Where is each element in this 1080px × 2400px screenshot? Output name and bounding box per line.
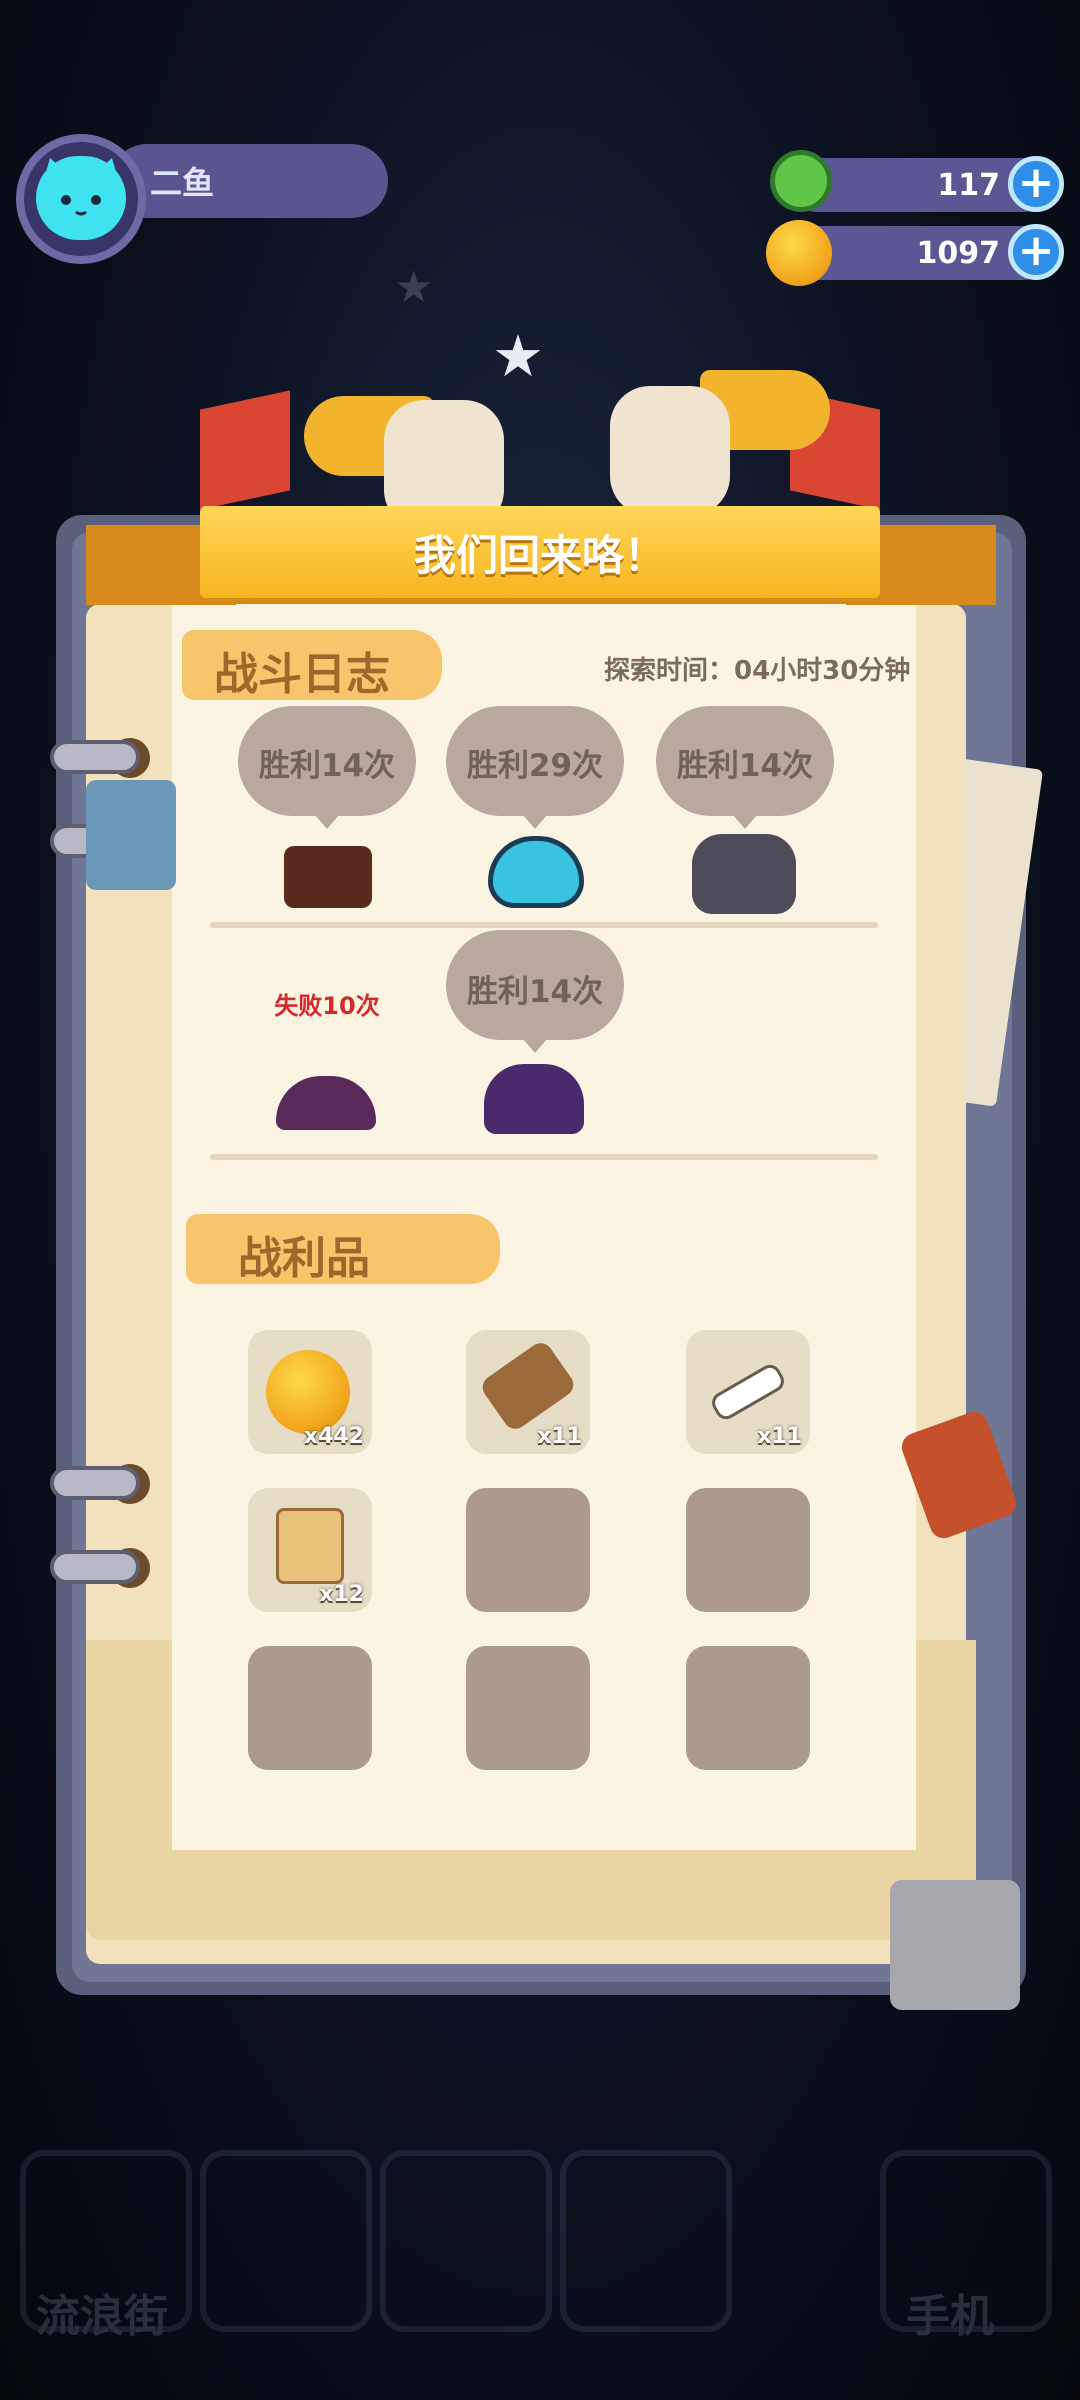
result-text: 胜利14次 [258, 748, 396, 784]
bubble-tail [315, 815, 339, 829]
star-icon: ★ [394, 262, 434, 313]
result-text-fail: 失败10次 [274, 992, 380, 1020]
bubble-tail [733, 815, 757, 829]
player-name: 二鱼 [150, 164, 215, 202]
coin-count: 1097 [916, 236, 1001, 271]
dialog-title: 我们回来咯！ [413, 531, 666, 580]
empty-loot-slot [686, 1488, 810, 1612]
add-gem-button[interactable]: + [1008, 156, 1064, 212]
shelf-line [210, 922, 878, 928]
binder-ring-icon [50, 1550, 140, 1584]
loot-qty: x11 [537, 1424, 582, 1449]
empty-loot-slot [248, 1646, 372, 1770]
result-text: 胜利14次 [676, 748, 814, 784]
nav-tab-3 [380, 2150, 552, 2332]
bottom-nav-dimmed: 流浪街 手机 [0, 2110, 1080, 2400]
red-flag-icon [200, 390, 290, 510]
shelf-line [210, 1154, 878, 1160]
loot-qty: x11 [757, 1424, 802, 1449]
nav-tab-4 [560, 2150, 732, 2332]
bubble-tail [523, 1039, 547, 1053]
loot-title: 战利品 [238, 1233, 370, 1284]
black-cat-icon [610, 386, 730, 516]
result-text: 胜利14次 [466, 974, 604, 1010]
binder-ring-icon [50, 1466, 140, 1500]
empty-loot-slot [466, 1488, 590, 1612]
nav-label-phone: 手机 [906, 2291, 994, 2342]
battle-log-title: 战斗日志 [214, 649, 390, 700]
paper-clip-icon [86, 780, 176, 890]
explore-time: 探索时间：04小时30分钟 [604, 656, 911, 686]
loot-qty: x442 [303, 1424, 364, 1449]
gold-coin-icon [266, 1350, 350, 1434]
green-gem-icon [770, 150, 832, 212]
gold-coin-icon [766, 220, 832, 286]
nav-tab-2 [200, 2150, 372, 2332]
crate-monster-icon [284, 846, 372, 908]
grey-wolf-icon [692, 834, 796, 914]
add-coin-button[interactable]: + [1008, 224, 1064, 280]
corner-clip-icon [890, 1880, 1020, 2010]
empty-loot-slot [466, 1646, 590, 1770]
dark-mound-icon [484, 1064, 584, 1134]
loot-qty: x12 [319, 1582, 364, 1607]
gem-count: 117 [937, 168, 1000, 203]
map-scroll-icon [276, 1508, 344, 1584]
bubble-tail [523, 815, 547, 829]
cat-avatar-icon [36, 156, 126, 240]
result-text: 胜利29次 [466, 748, 604, 784]
binder-ring-icon [50, 740, 140, 774]
star-icon: ★ [492, 322, 544, 390]
nav-label-street: 流浪街 [36, 2291, 168, 2342]
empty-loot-slot [686, 1646, 810, 1770]
